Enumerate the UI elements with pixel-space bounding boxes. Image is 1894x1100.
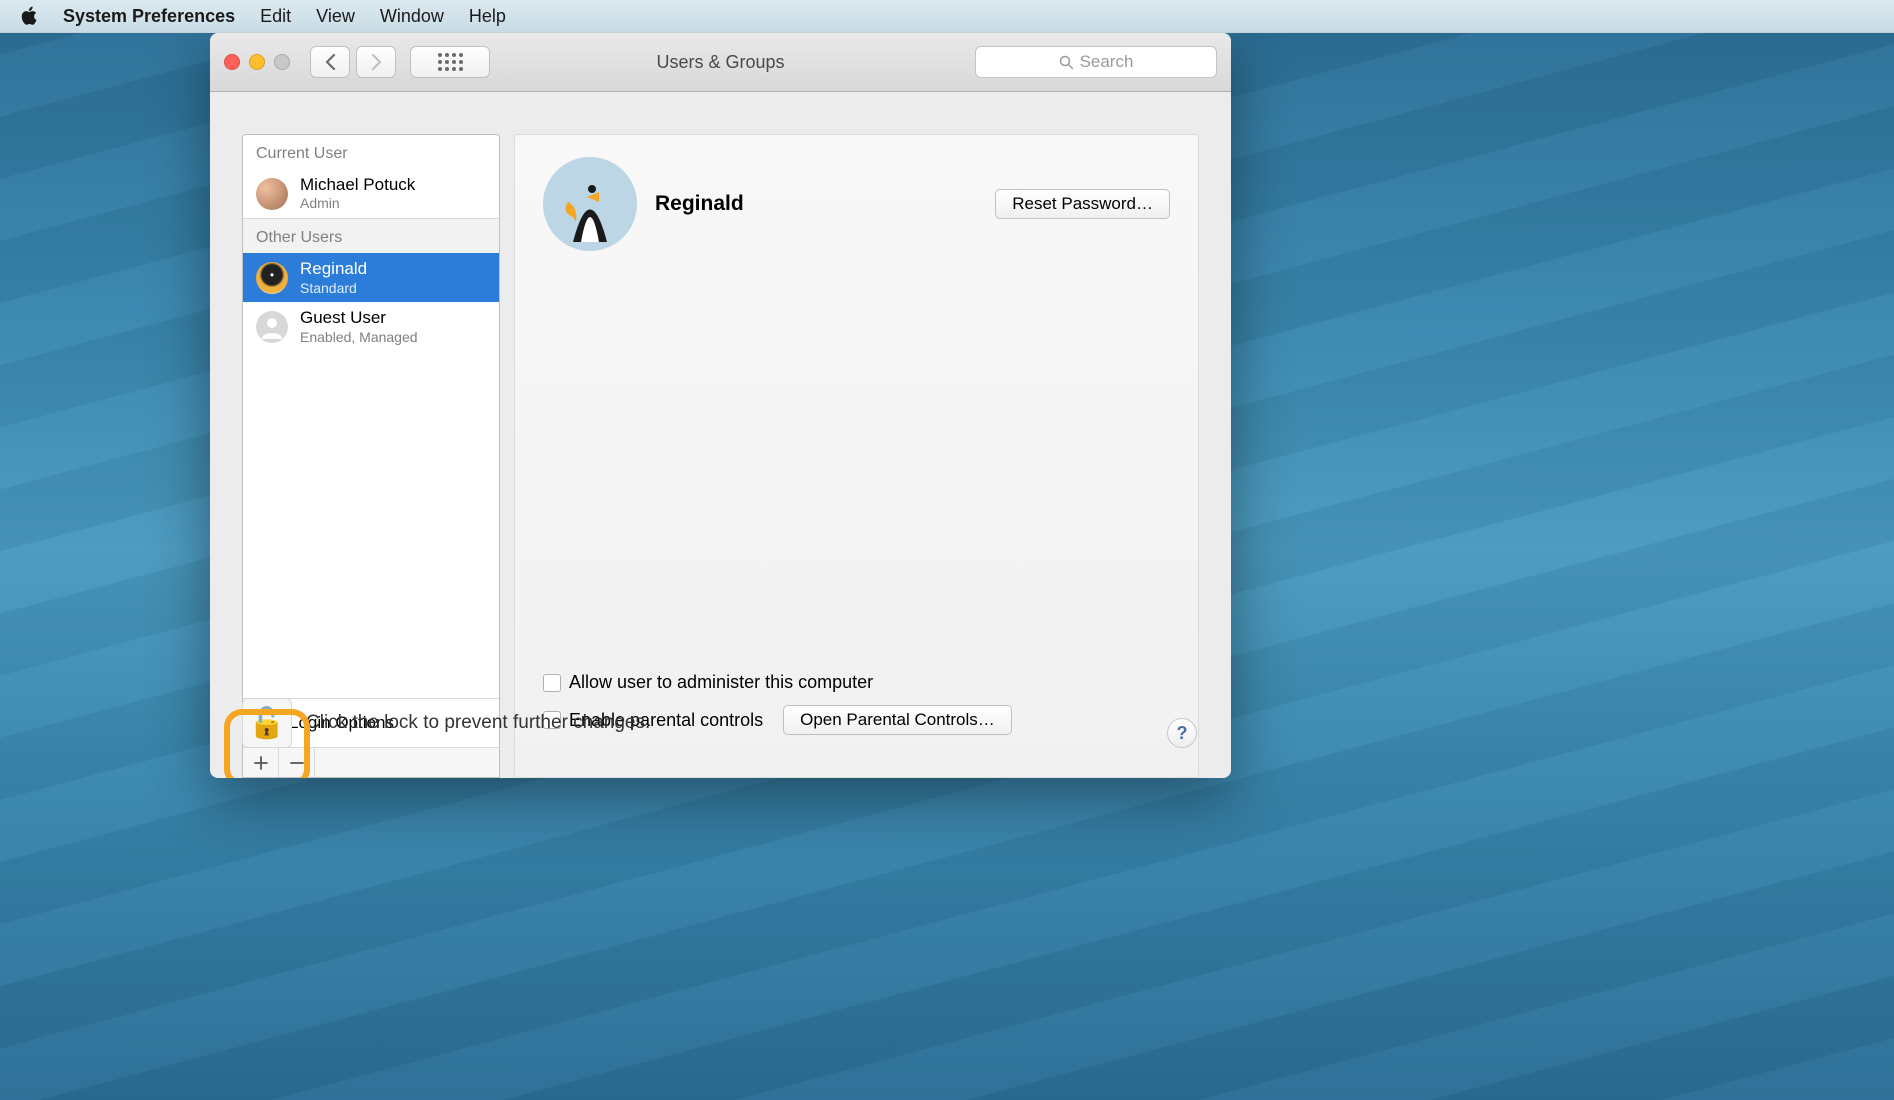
menubar-app-name[interactable]: System Preferences [63, 6, 235, 27]
selected-user-name: Reginald [655, 192, 744, 216]
allow-admin-row: Allow user to administer this computer [543, 672, 1170, 693]
current-user-name: Michael Potuck [300, 175, 415, 195]
other-user-role: Standard [300, 280, 367, 297]
search-icon [1059, 55, 1074, 70]
current-user-item[interactable]: Michael Potuck Admin [243, 169, 499, 218]
content-area: Current User Michael Potuck Admin Other … [210, 92, 1231, 778]
other-user-role: Enabled, Managed [300, 329, 418, 346]
remove-user-button[interactable] [279, 748, 315, 777]
menubar-view[interactable]: View [316, 6, 355, 27]
menubar-edit[interactable]: Edit [260, 6, 291, 27]
minimize-button[interactable] [249, 54, 265, 70]
window-titlebar: Users & Groups Search [210, 33, 1231, 92]
chevron-left-icon [325, 54, 336, 70]
user-detail-panel: Reginald Reset Password… Allow user to a… [514, 134, 1199, 778]
other-user-name: Guest User [300, 308, 418, 328]
chevron-right-icon [371, 54, 382, 70]
user-sidebar: Current User Michael Potuck Admin Other … [242, 134, 500, 778]
user-detail-header: Reginald Reset Password… [543, 157, 1170, 251]
lock-row: 🔓 Click the lock to prevent further chan… [242, 698, 650, 748]
allow-admin-checkbox[interactable] [543, 674, 561, 692]
lock-button[interactable]: 🔓 [242, 698, 292, 748]
menubar-help[interactable]: Help [469, 6, 506, 27]
search-placeholder: Search [1080, 52, 1134, 72]
allow-admin-label: Allow user to administer this computer [569, 672, 873, 693]
person-silhouette-icon [260, 315, 284, 339]
other-user-name: Reginald [300, 259, 367, 279]
preferences-window: Users & Groups Search Current User Micha… [210, 33, 1231, 778]
other-user-item-guest[interactable]: Guest User Enabled, Managed [243, 302, 499, 351]
open-parental-controls-button[interactable]: Open Parental Controls… [783, 705, 1012, 735]
other-user-item-reginald[interactable]: Reginald Standard [243, 253, 499, 302]
current-user-role: Admin [300, 195, 415, 212]
forward-button[interactable] [356, 46, 396, 78]
penguin-avatar-icon [543, 157, 637, 251]
minus-icon [290, 756, 304, 770]
search-input[interactable]: Search [975, 46, 1217, 78]
apple-logo-icon[interactable] [20, 6, 38, 26]
lock-text: Click the lock to prevent further change… [306, 712, 650, 734]
plus-icon [254, 756, 268, 770]
close-button[interactable] [224, 54, 240, 70]
back-button[interactable] [310, 46, 350, 78]
add-user-button[interactable] [243, 748, 279, 777]
selected-user-avatar[interactable] [543, 157, 637, 251]
window-title: Users & Groups [656, 52, 784, 73]
menubar-window[interactable]: Window [380, 6, 444, 27]
current-user-label: Current User [243, 135, 499, 169]
add-remove-bar [243, 747, 499, 777]
avatar-icon [256, 178, 288, 210]
traffic-lights [224, 54, 290, 70]
help-button[interactable]: ? [1167, 718, 1197, 748]
question-mark-icon: ? [1177, 723, 1188, 744]
show-all-button[interactable] [410, 46, 490, 78]
avatar-icon [256, 311, 288, 343]
macos-menubar: System Preferences Edit View Window Help [0, 0, 1894, 33]
maximize-button[interactable] [274, 54, 290, 70]
reset-password-button[interactable]: Reset Password… [995, 189, 1170, 219]
other-users-label: Other Users [243, 218, 499, 253]
unlock-icon: 🔓 [248, 706, 285, 741]
grid-icon [438, 53, 463, 71]
nav-group [310, 46, 396, 78]
avatar-icon [256, 262, 288, 294]
